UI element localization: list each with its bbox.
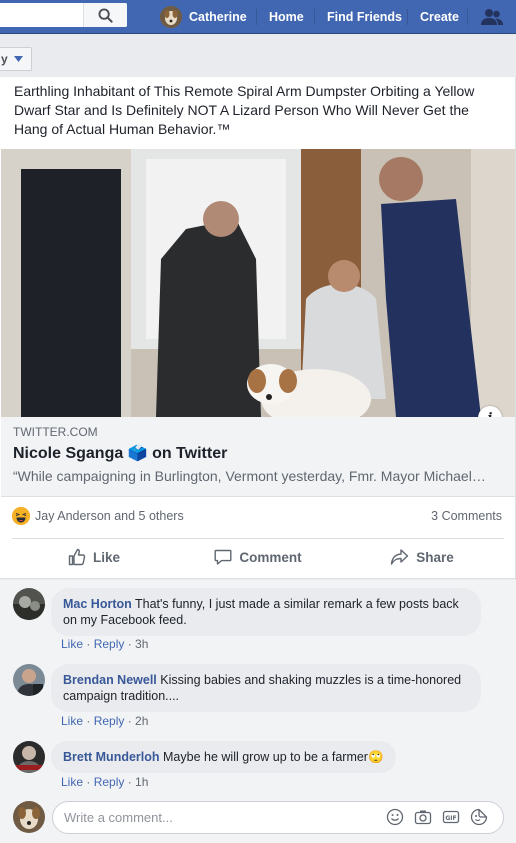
feed-sort-label: y	[1, 52, 8, 66]
like-button[interactable]: Like	[12, 541, 176, 573]
nav-divider	[256, 9, 257, 25]
comment-reply-link[interactable]: Reply	[94, 714, 125, 728]
comment-button[interactable]: Comment	[176, 541, 340, 573]
comment-like-link[interactable]: Like	[61, 637, 83, 651]
svg-text:GIF: GIF	[445, 815, 456, 822]
comment-author[interactable]: Brett Munderloh	[63, 750, 160, 764]
comment-time[interactable]: 2h	[135, 714, 148, 728]
nav-create[interactable]: Create	[420, 0, 459, 34]
link-description: “While campaigning in Burlington, Vermon…	[13, 468, 486, 484]
search-icon	[98, 7, 113, 23]
emoji-icon[interactable]	[386, 808, 404, 826]
profile-avatar	[160, 6, 182, 28]
caret-down-icon	[13, 56, 23, 62]
thumbs-up-icon	[68, 548, 86, 566]
nav-home-label: Home	[269, 10, 304, 24]
avatar	[13, 801, 45, 833]
share-button[interactable]: Share	[340, 541, 504, 573]
camera-icon[interactable]	[414, 808, 432, 826]
feed-sort-dropdown[interactable]: y	[0, 47, 32, 71]
like-label: Like	[92, 549, 120, 565]
comment-meta: Like · Reply · 1h	[61, 775, 149, 789]
comment-like-link[interactable]: Like	[61, 714, 83, 728]
composer-icons: GIF	[386, 808, 488, 826]
reactions-text: Jay Anderson and 5 others	[35, 509, 184, 523]
comment-text: Maybe he will grow up to be a farmer🙄	[163, 750, 384, 764]
comment-time[interactable]: 3h	[135, 637, 148, 651]
nav-find-friends-label: Find Friends	[327, 10, 402, 24]
link-domain: TWITTER.COM	[13, 425, 98, 439]
link-preview-image[interactable]	[1, 149, 515, 417]
share-label: Share	[416, 549, 454, 565]
comment-author[interactable]: Mac Horton	[63, 597, 132, 611]
profile-name: Catherine	[189, 10, 247, 24]
avatar[interactable]	[13, 664, 45, 696]
comment-meta: Like · Reply · 3h	[61, 637, 149, 651]
comment-meta: Like · Reply · 2h	[61, 714, 149, 728]
feed-header-strip	[0, 35, 516, 77]
comment-label: Comment	[239, 549, 302, 565]
search-button[interactable]	[83, 3, 127, 27]
comment-like-link[interactable]: Like	[61, 775, 83, 789]
comment-placeholder: Write a comment...	[64, 810, 173, 825]
sticker-icon[interactable]	[470, 808, 488, 826]
nav-divider	[467, 9, 468, 25]
nav-divider	[314, 9, 315, 25]
comment-icon	[214, 549, 232, 565]
avatar[interactable]	[13, 588, 45, 620]
profile-link[interactable]: Catherine	[160, 0, 247, 34]
haha-reaction-icon	[12, 507, 30, 525]
nav-create-label: Create	[420, 10, 459, 24]
top-navigation-bar: Catherine Home Find Friends Create	[0, 0, 516, 34]
post-actions: Like Comment Share	[12, 541, 504, 573]
nav-home[interactable]: Home	[269, 0, 304, 34]
video-still	[1, 149, 515, 417]
friends-icon	[481, 9, 503, 25]
comment-author[interactable]: Brendan Newell	[63, 673, 157, 687]
reactions-summary[interactable]: Jay Anderson and 5 others	[12, 507, 184, 525]
nav-find-friends[interactable]: Find Friends	[327, 0, 402, 34]
gif-icon[interactable]: GIF	[442, 808, 460, 826]
share-icon	[391, 549, 409, 565]
comments-count[interactable]: 3 Comments	[431, 509, 502, 523]
comment-reply-link[interactable]: Reply	[94, 637, 125, 651]
actions-divider	[12, 538, 504, 539]
comment-time[interactable]: 1h	[135, 775, 148, 789]
comment-bubble: Brendan Newell Kissing babies and shakin…	[51, 664, 481, 712]
friend-requests-button[interactable]	[481, 0, 503, 34]
comment-bubble: Brett Munderloh Maybe he will grow up to…	[51, 741, 396, 773]
post-text: Earthling Inhabitant of This Remote Spir…	[14, 83, 475, 137]
link-title[interactable]: Nicole Sganga 🗳️ on Twitter	[13, 443, 227, 463]
comment-bubble: Mac Horton That's funny, I just made a s…	[51, 588, 481, 636]
avatar[interactable]	[13, 741, 45, 773]
comment-reply-link[interactable]: Reply	[94, 775, 125, 789]
nav-divider	[407, 9, 408, 25]
